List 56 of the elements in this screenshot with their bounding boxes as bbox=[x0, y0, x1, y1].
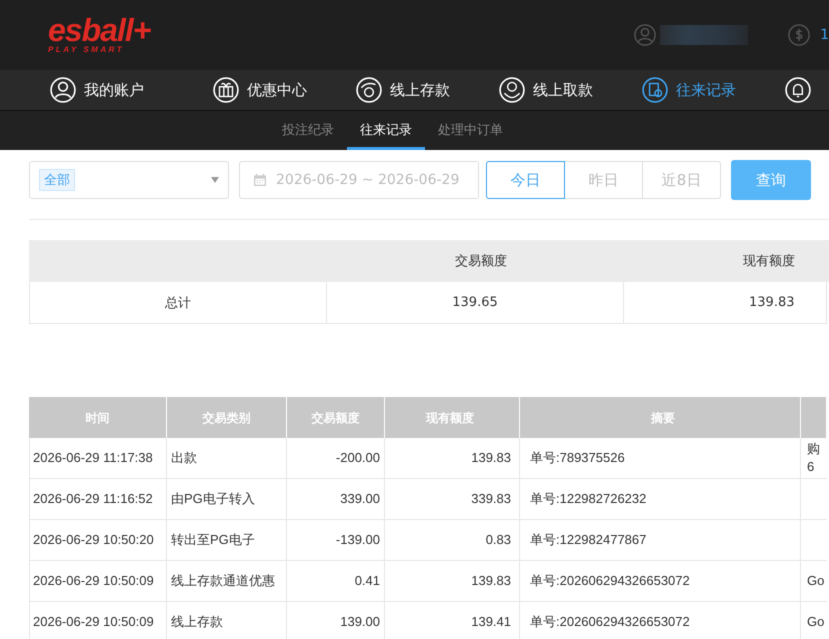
balance-amount: 1 bbox=[820, 27, 829, 43]
table-cell: 单号:122982726232 bbox=[520, 479, 801, 519]
table-cell: 2026-06-29 10:50:09 bbox=[29, 602, 167, 639]
nav-item[interactable]: 线上取款 bbox=[499, 77, 642, 103]
table-cell: 单号:202606294326653072 bbox=[520, 602, 801, 639]
table-cell: 线上存款 bbox=[167, 602, 287, 639]
table-cell: 139.83 bbox=[623, 282, 827, 324]
table-cell: 2026-06-29 10:50:20 bbox=[29, 520, 167, 560]
dollar-icon bbox=[788, 24, 810, 46]
table-cell: 0.83 bbox=[385, 520, 520, 560]
dollar-hand-icon bbox=[499, 77, 525, 103]
user-icon bbox=[634, 24, 656, 46]
nav-item[interactable]: 往来记录 bbox=[642, 77, 785, 103]
table-cell: 339.83 bbox=[385, 479, 520, 519]
column-header: 现有额度 bbox=[742, 253, 796, 271]
nav-item[interactable]: 优惠中心 bbox=[213, 77, 356, 103]
table-cell: 2026-06-29 10:50:09 bbox=[29, 561, 167, 601]
table-cell: -200.00 bbox=[287, 438, 385, 478]
sub-tab[interactable]: 处理中订单 bbox=[425, 111, 516, 150]
table-cell-text: 购6 bbox=[806, 440, 821, 476]
column-header: 交易额度 bbox=[454, 253, 508, 271]
table-cell: 2026-06-29 11:16:52 bbox=[29, 479, 167, 519]
table-cell: 线上存款通道优惠 bbox=[167, 561, 287, 601]
sub-tab[interactable]: 往来记录 bbox=[347, 111, 425, 150]
table-cell: 总计 bbox=[29, 282, 327, 324]
range-button[interactable]: 今日 bbox=[486, 161, 565, 199]
table-cell: 单号:122982477867 bbox=[520, 520, 801, 560]
bell-icon bbox=[785, 77, 811, 103]
table-cell: 转出至PG电子 bbox=[167, 520, 287, 560]
logo-tagline: PLAY SMART bbox=[48, 45, 126, 54]
table-cell: 单号:789375526 bbox=[520, 438, 801, 478]
table-cell-text: Go bbox=[806, 572, 826, 590]
document-clock-icon bbox=[642, 77, 668, 103]
type-select[interactable]: 全部 bbox=[29, 161, 229, 199]
tag: 全部 bbox=[39, 169, 75, 191]
table-cell: 2026-06-29 11:17:38 bbox=[29, 438, 167, 478]
table-cell: 339.00 bbox=[287, 479, 385, 519]
table-cell: 0.41 bbox=[287, 561, 385, 601]
table-cell: 由PG电子转入 bbox=[167, 479, 287, 519]
nav-item[interactable]: 线上存款 bbox=[356, 77, 499, 103]
table-cell: 139.83 bbox=[385, 438, 520, 478]
table-cell-text: Go bbox=[806, 613, 826, 631]
gift-icon bbox=[213, 77, 239, 103]
table-cell: 出款 bbox=[167, 438, 287, 478]
caret-icon bbox=[211, 177, 219, 183]
table-cell: 139.41 bbox=[385, 602, 520, 639]
sub-tab[interactable]: 投注纪录 bbox=[269, 111, 347, 150]
nav-item[interactable]: 我的账户 bbox=[50, 77, 213, 103]
logo[interactable]: esball+ bbox=[48, 16, 150, 44]
table-cell: -139.00 bbox=[287, 520, 385, 560]
coin-hand-icon bbox=[356, 77, 382, 103]
table-cell: 单号:202606294326653072 bbox=[520, 561, 801, 601]
table-cell: 139.00 bbox=[287, 602, 385, 639]
table-cell: 139.83 bbox=[385, 561, 520, 601]
calendar-icon bbox=[252, 172, 268, 188]
user-icon bbox=[50, 77, 76, 103]
